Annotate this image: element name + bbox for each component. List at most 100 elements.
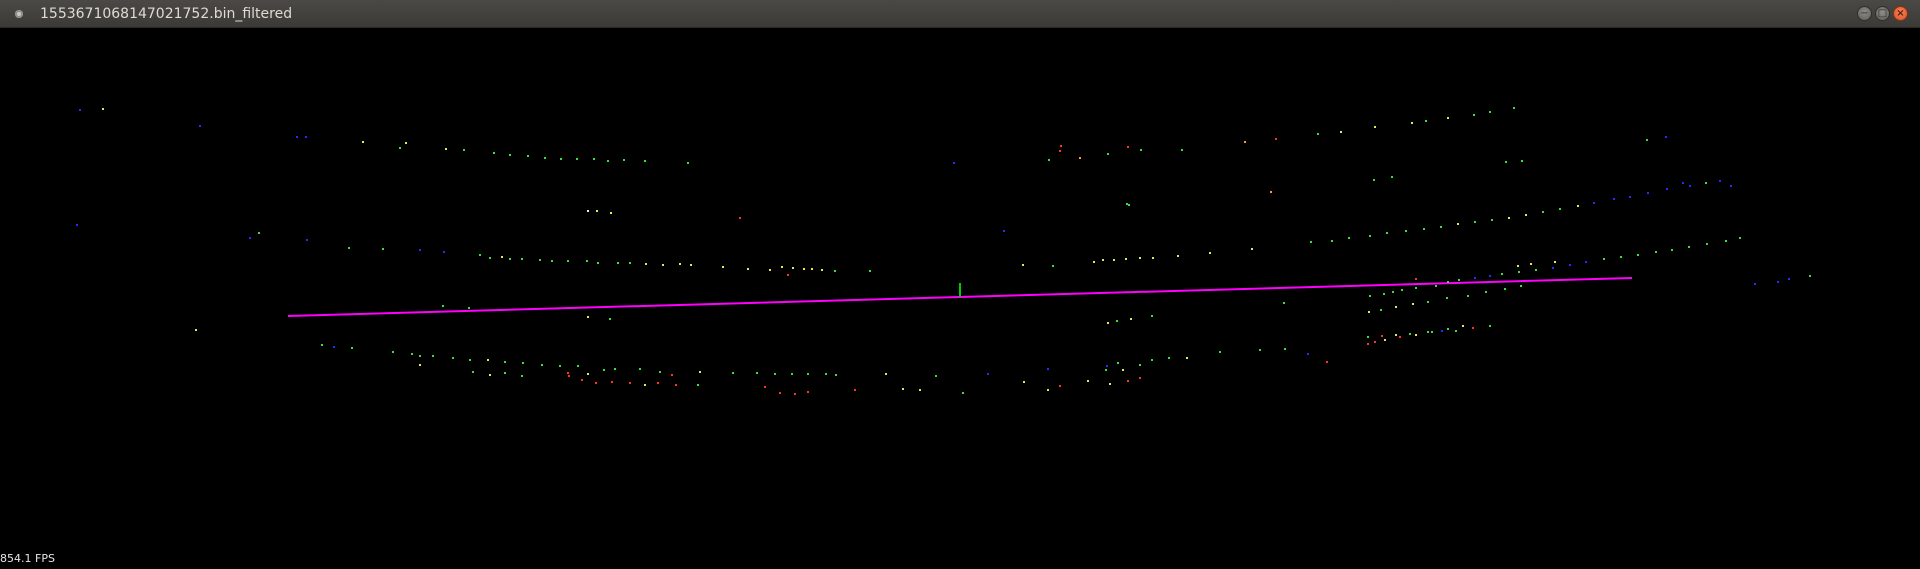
window-menu-icon[interactable] bbox=[15, 10, 23, 18]
lidar-point bbox=[953, 162, 955, 164]
lidar-point bbox=[419, 364, 421, 366]
lidar-point bbox=[659, 371, 661, 373]
lidar-point bbox=[493, 152, 495, 154]
lidar-point bbox=[489, 257, 491, 259]
lidar-point bbox=[919, 389, 921, 391]
lidar-point bbox=[697, 384, 699, 386]
lidar-point bbox=[452, 357, 454, 359]
lidar-point bbox=[1106, 365, 1108, 367]
lidar-point bbox=[1435, 285, 1437, 287]
lidar-point bbox=[1517, 265, 1519, 267]
lidar-point bbox=[1472, 327, 1474, 329]
lidar-point bbox=[629, 382, 631, 384]
lidar-point bbox=[1139, 257, 1141, 259]
lidar-point bbox=[1719, 180, 1721, 182]
lidar-point bbox=[1427, 301, 1429, 303]
lidar-point bbox=[559, 365, 561, 367]
lidar-point bbox=[597, 262, 599, 264]
point-cloud-viewer-window: 1553671068147021752.bin_filtered − □ × 8… bbox=[0, 0, 1920, 569]
lidar-point bbox=[1128, 204, 1130, 206]
lidar-point bbox=[544, 157, 546, 159]
lidar-point bbox=[1491, 219, 1493, 221]
lidar-point bbox=[1688, 246, 1690, 248]
lidar-point bbox=[1151, 315, 1153, 317]
lidar-point bbox=[1168, 357, 1170, 359]
lidar-point bbox=[1340, 131, 1342, 133]
lidar-point bbox=[811, 268, 813, 270]
lidar-point bbox=[835, 374, 837, 376]
lidar-point bbox=[774, 373, 776, 375]
lidar-point bbox=[1554, 261, 1556, 263]
lidar-point bbox=[1682, 182, 1684, 184]
lidar-point bbox=[1259, 349, 1261, 351]
lidar-point bbox=[1425, 120, 1427, 122]
point-cloud-viewport[interactable] bbox=[0, 28, 1920, 569]
lidar-point bbox=[521, 375, 523, 377]
lidar-point bbox=[1593, 202, 1595, 204]
lidar-point bbox=[1127, 380, 1129, 382]
lidar-point bbox=[1569, 264, 1571, 266]
lidar-point bbox=[1501, 273, 1503, 275]
lidar-point bbox=[479, 254, 481, 256]
lidar-point bbox=[306, 239, 308, 241]
lidar-point bbox=[639, 368, 641, 370]
lidar-point bbox=[411, 353, 413, 355]
lidar-point bbox=[1809, 275, 1811, 277]
lidar-point bbox=[1386, 232, 1388, 234]
lidar-point bbox=[1209, 252, 1211, 254]
lidar-point bbox=[586, 260, 588, 262]
title-bar[interactable]: 1553671068147021752.bin_filtered − □ × bbox=[0, 0, 1920, 28]
maximize-icon[interactable]: □ bbox=[1875, 6, 1890, 21]
lidar-point bbox=[1283, 302, 1285, 304]
lidar-point bbox=[1474, 277, 1476, 279]
lidar-point bbox=[1177, 255, 1179, 257]
lidar-point bbox=[1122, 369, 1124, 371]
lidar-point bbox=[1140, 149, 1142, 151]
lidar-point bbox=[623, 159, 625, 161]
lidar-point bbox=[1603, 258, 1605, 260]
lidar-point bbox=[1181, 149, 1183, 151]
lidar-point bbox=[987, 373, 989, 375]
lidar-point bbox=[1521, 160, 1523, 162]
lidar-point bbox=[1620, 256, 1622, 258]
lidar-point bbox=[348, 247, 350, 249]
lidar-point bbox=[1126, 203, 1128, 205]
lidar-point bbox=[1431, 331, 1433, 333]
lidar-point bbox=[1415, 278, 1417, 280]
lidar-point bbox=[699, 371, 701, 373]
lidar-point bbox=[1139, 377, 1141, 379]
lidar-point bbox=[1367, 336, 1369, 338]
lidar-point bbox=[551, 260, 553, 262]
lidar-point bbox=[662, 264, 664, 266]
lidar-point bbox=[1777, 281, 1779, 283]
lidar-point bbox=[1441, 330, 1443, 332]
lidar-point bbox=[1401, 289, 1403, 291]
lidar-point bbox=[581, 379, 583, 381]
lidar-point bbox=[587, 316, 589, 318]
lidar-point bbox=[1060, 145, 1062, 147]
minimize-icon[interactable]: − bbox=[1857, 6, 1872, 21]
point-cloud-canvas[interactable] bbox=[0, 28, 1920, 569]
lidar-point bbox=[610, 212, 612, 214]
lidar-point bbox=[1374, 341, 1376, 343]
lidar-point bbox=[468, 307, 470, 309]
lidar-point bbox=[567, 260, 569, 262]
lidar-point bbox=[609, 318, 611, 320]
lidar-point bbox=[1505, 161, 1507, 163]
lidar-point bbox=[296, 136, 298, 138]
close-icon[interactable]: × bbox=[1893, 6, 1908, 21]
lidar-point bbox=[607, 160, 609, 162]
lidar-point bbox=[79, 109, 81, 111]
lidar-point bbox=[1151, 359, 1153, 361]
lidar-point bbox=[443, 251, 445, 253]
lidar-point bbox=[321, 344, 323, 346]
lidar-point bbox=[1613, 198, 1615, 200]
lidar-point bbox=[362, 141, 364, 143]
lidar-point bbox=[690, 264, 692, 266]
lidar-point bbox=[1577, 205, 1579, 207]
lidar-point bbox=[687, 162, 689, 164]
lidar-point bbox=[834, 270, 836, 272]
lidar-point bbox=[1284, 348, 1286, 350]
lidar-point bbox=[1440, 226, 1442, 228]
lidar-point bbox=[1317, 133, 1319, 135]
